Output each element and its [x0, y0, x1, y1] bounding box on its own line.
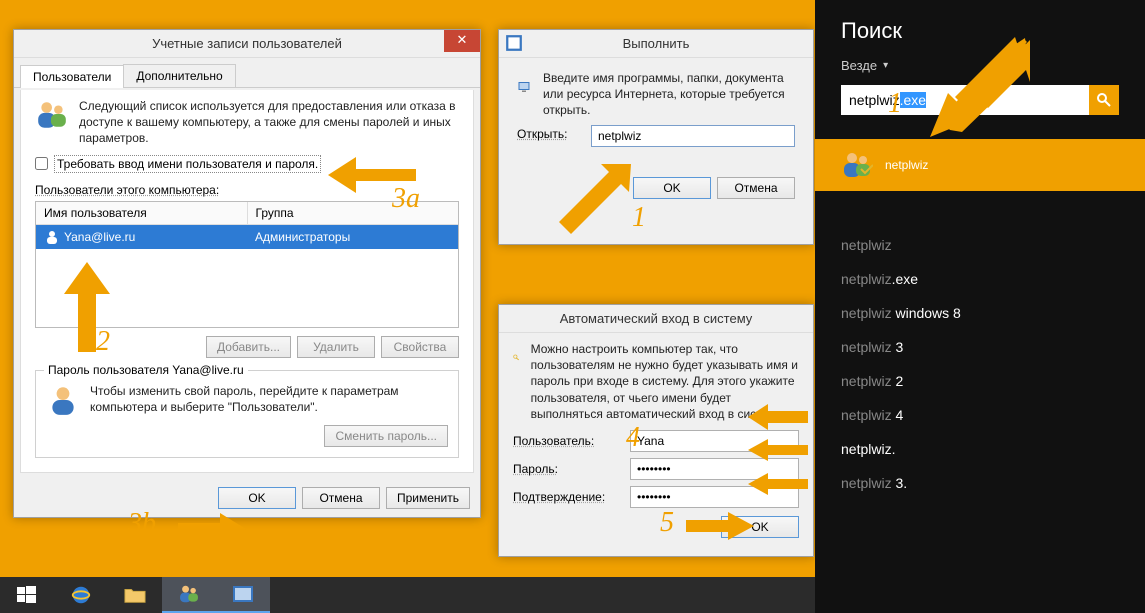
run-ok-button[interactable]: OK	[633, 177, 711, 199]
start-button[interactable]	[0, 577, 54, 613]
run-icon	[505, 34, 523, 52]
search-icon	[1096, 92, 1112, 108]
users-icon	[35, 98, 69, 132]
key-icon	[513, 341, 521, 375]
properties-button[interactable]: Свойства	[381, 336, 459, 358]
change-password-button[interactable]: Сменить пароль...	[324, 425, 448, 447]
run-program-icon	[517, 70, 533, 104]
table-row[interactable]: Yana@live.ru Администраторы	[36, 225, 458, 249]
users-table: Имя пользователя Группа Yana@live.ru Адм…	[35, 201, 459, 328]
add-button[interactable]: Добавить...	[206, 336, 291, 358]
require-login-checkbox[interactable]	[35, 157, 48, 170]
tab-users[interactable]: Пользователи	[20, 65, 124, 88]
search-query-text: netplwiz	[849, 92, 900, 108]
open-label: Открыть:	[517, 127, 581, 141]
user-input[interactable]	[630, 430, 799, 452]
row-group: Администраторы	[247, 225, 458, 249]
user-icon	[44, 229, 60, 245]
tabs: Пользователи Дополнительно	[14, 58, 480, 88]
scope-label: Везде	[841, 58, 877, 73]
suggestion[interactable]: netplwiz 2	[841, 373, 1119, 389]
top-result-label: netplwiz	[885, 158, 928, 172]
run-title: Выполнить	[623, 36, 690, 51]
search-input[interactable]: netplwiz.exe	[841, 85, 1089, 115]
folder-icon	[124, 585, 146, 605]
confirm-label: Подтверждение:	[513, 490, 620, 504]
users-small-icon	[178, 583, 200, 605]
password-label: Пароль:	[513, 462, 620, 476]
password-group-title: Пароль пользователя Yana@live.ru	[44, 363, 248, 377]
search-scope[interactable]: Везде ▾	[841, 58, 1119, 73]
run-title-bar: Выполнить	[499, 30, 813, 58]
autologin-title: Автоматический вход в систему	[560, 311, 753, 326]
remove-button[interactable]: Удалить	[297, 336, 375, 358]
top-result[interactable]: netplwiz	[815, 139, 1145, 191]
search-title: Поиск	[841, 18, 1119, 44]
explorer-button[interactable]	[108, 577, 162, 613]
run-task-button[interactable]	[216, 577, 270, 613]
search-button[interactable]	[1089, 85, 1119, 115]
run-input[interactable]	[591, 125, 795, 147]
autologin-ok-button[interactable]: OK	[721, 516, 799, 538]
dialog-title: Учетные записи пользователей	[152, 36, 342, 51]
run-dialog: Выполнить Введите имя программы, папки, …	[498, 29, 814, 245]
ok-button[interactable]: OK	[218, 487, 296, 509]
dialog-description: Следующий список используется для предос…	[79, 98, 459, 147]
chevron-down-icon: ▾	[883, 60, 888, 71]
col-group[interactable]: Группа	[248, 202, 459, 224]
suggestion[interactable]: netplwiz 3.	[841, 475, 1119, 491]
user-label: Пользователь:	[513, 434, 620, 448]
suggestion[interactable]: netplwiz windows 8	[841, 305, 1119, 321]
password-group: Пароль пользователя Yana@live.ru Чтобы и…	[35, 370, 459, 458]
suggestions: netplwiz netplwiz.exe netplwiz windows 8…	[841, 237, 1119, 491]
col-username[interactable]: Имя пользователя	[36, 202, 248, 224]
password-help: Чтобы изменить свой пароль, перейдите к …	[90, 383, 448, 417]
password-input[interactable]	[630, 458, 799, 480]
ie-icon	[70, 584, 92, 606]
single-user-icon	[46, 383, 80, 417]
ie-button[interactable]	[54, 577, 108, 613]
run-hint: Введите имя программы, папки, документа …	[543, 70, 795, 119]
suggestion[interactable]: netplwiz 3	[841, 339, 1119, 355]
autologin-dialog: Автоматический вход в систему Можно наст…	[498, 304, 814, 557]
users-list-label: Пользователи этого компьютера:	[35, 183, 459, 197]
close-button[interactable]: ✕	[444, 30, 480, 52]
confirm-input[interactable]	[630, 486, 799, 508]
suggestion[interactable]: netplwiz.exe	[841, 271, 1119, 287]
netplwiz-icon	[841, 149, 873, 181]
annotation-arrow	[176, 513, 248, 549]
windows-icon	[17, 585, 37, 605]
suggestion[interactable]: netplwiz 4	[841, 407, 1119, 423]
apply-button[interactable]: Применить	[386, 487, 470, 509]
tab-advanced[interactable]: Дополнительно	[123, 64, 235, 87]
require-login-label[interactable]: Требовать ввод имени пользователя и паро…	[54, 155, 321, 173]
search-panel: Поиск Везде ▾ netplwiz.exe netplwiz netp…	[815, 0, 1145, 613]
search-query-selection: .exe	[900, 92, 926, 108]
suggestion[interactable]: netplwiz.	[841, 441, 1119, 457]
user-accounts-title-bar: Учетные записи пользователей ✕	[14, 30, 480, 58]
run-small-icon	[233, 586, 253, 602]
taskbar	[0, 577, 815, 613]
cancel-button[interactable]: Отмена	[302, 487, 380, 509]
autologin-title-bar: Автоматический вход в систему	[499, 305, 813, 333]
autologin-hint: Можно настроить компьютер так, что польз…	[531, 341, 799, 422]
row-username: Yana@live.ru	[64, 230, 135, 244]
suggestion[interactable]: netplwiz	[841, 237, 1119, 253]
run-cancel-button[interactable]: Отмена	[717, 177, 795, 199]
netplwiz-task-button[interactable]	[162, 577, 216, 613]
user-accounts-dialog: Учетные записи пользователей ✕ Пользоват…	[13, 29, 481, 518]
